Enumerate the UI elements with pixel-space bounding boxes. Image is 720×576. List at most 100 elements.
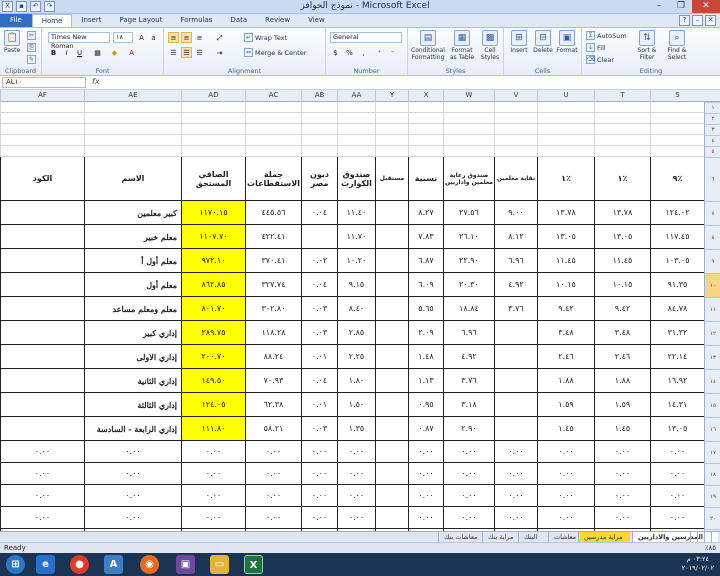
cell-t[interactable] [594,113,650,124]
cell-aa[interactable] [337,135,375,146]
cell-aa[interactable]: ٢.٢٥ [337,345,375,369]
cell-v[interactable]: ٠.٠٠ [494,441,537,463]
cell-ab[interactable] [301,113,337,124]
workbook-close-icon[interactable]: ✕ [705,15,716,26]
cell-y[interactable] [375,249,408,273]
sort-filter-button[interactable]: ⇅ Sort & Filter [634,30,660,61]
cell-s[interactable]: ٩١.٣٥ [650,273,704,297]
cell-x[interactable]: ١.١٣ [408,369,443,393]
cell-ac[interactable]: ٨٨.٢٤ [245,345,301,369]
font-color-icon[interactable]: A [126,47,137,58]
delete-cells-button[interactable]: ⊟ Delete [532,30,554,54]
cell-x[interactable]: ٥.٦٥ [408,297,443,321]
cell-af[interactable] [0,201,84,225]
paste-button[interactable]: 📋 Paste [4,30,20,54]
header-cell-y[interactable]: مستقبل [375,157,408,201]
cell-x[interactable] [408,135,443,146]
header-cell-t[interactable]: ١٪ [594,157,650,201]
cell-ac[interactable] [245,124,301,135]
cell-u[interactable] [537,135,594,146]
cell-ad[interactable]: ٢٠٠.٧٠ [181,345,245,369]
cell-s[interactable]: ١٦.٩٢ [650,369,704,393]
cell-af[interactable] [0,393,84,417]
cell-u[interactable]: ١٣.٠٥ [537,225,594,249]
cell-s[interactable] [650,135,704,146]
cell-aa[interactable]: ١.٥٠ [337,393,375,417]
wrap-text-button[interactable]: ↵ Wrap Text [244,33,287,42]
cell-s[interactable]: ٨٤.٧٨ [650,297,704,321]
currency-icon[interactable]: $ [330,47,341,58]
cell-ae[interactable]: معلم ومعلم مساعد [84,297,181,321]
cell-t[interactable]: ١٣.٧٨ [594,201,650,225]
cell-y[interactable] [375,201,408,225]
header-cell-u[interactable]: ١٪ [537,157,594,201]
cut-icon[interactable]: ✂ [27,31,36,40]
align-bottom-icon[interactable]: ≡ [194,32,205,43]
cell-t[interactable]: ٢.٤٦ [594,345,650,369]
cell-ae[interactable]: إداري الثانية [84,369,181,393]
bold-icon[interactable]: B [48,47,59,58]
decrease-decimal-icon[interactable]: ⁻ [387,47,398,58]
chrome-icon[interactable]: ● [70,555,89,574]
cell-u[interactable] [537,102,594,113]
cell-v[interactable]: ٣.٧٦ [494,297,537,321]
cell-t[interactable] [594,146,650,157]
row-header[interactable]: ١٤ [705,369,720,393]
cell-s[interactable] [650,124,704,135]
cell-ab[interactable]: ٠.٠٠ [301,463,337,485]
cell-u[interactable]: ٠.٠٠ [537,485,594,507]
cell-ab[interactable] [301,225,337,249]
cell-aa[interactable]: ١.٨٠ [337,369,375,393]
cell-af[interactable] [0,146,84,157]
cell-y[interactable] [375,297,408,321]
cell-t[interactable]: ١.٨٨ [594,369,650,393]
cell-styles-button[interactable]: ▩ Cell Styles [478,30,502,61]
cell-u[interactable]: ١.٥٩ [537,393,594,417]
find-select-button[interactable]: ⌕ Find & Select [664,30,690,61]
undo-icon[interactable]: ↶ [30,1,41,12]
cell-ad[interactable]: ٨٠١.٧٠ [181,297,245,321]
cell-s[interactable] [650,102,704,113]
cell-ad[interactable]: ١٤٩.٥٠ [181,369,245,393]
cell-w[interactable]: ٢٠.٣٠ [443,273,494,297]
cell-aa[interactable]: ٢.٨٥ [337,321,375,345]
cell-af[interactable] [0,135,84,146]
cell-ae[interactable] [84,135,181,146]
column-header-ad[interactable]: AD [181,90,245,102]
cell-s[interactable]: ٠.٠٠ [650,441,704,463]
cell-w[interactable]: ٦.٩٦ [443,321,494,345]
column-header-t[interactable]: T [594,90,650,102]
row-header[interactable]: ١٣ [705,345,720,369]
shrink-font-icon[interactable]: a [148,32,159,43]
cell-x[interactable] [408,146,443,157]
cell-w[interactable]: ٠.٠٠ [443,485,494,507]
tab-data[interactable]: Data [221,14,256,27]
row-header[interactable]: ١٧ [705,441,720,463]
cell-w[interactable]: ٠.٠٠ [443,507,494,529]
cell-ad[interactable] [181,124,245,135]
cell-s[interactable]: ١٠٣.٠٥ [650,249,704,273]
cell-v[interactable]: ٠.٠٠ [494,507,537,529]
column-header-af[interactable]: AF [0,90,84,102]
cell-ae[interactable]: معلم أول [84,273,181,297]
cell-w[interactable]: ٠.٠٠ [443,463,494,485]
cell-u[interactable] [537,146,594,157]
cell-ac[interactable]: ٣٠٢.٨٠ [245,297,301,321]
row-header[interactable]: ٩ [705,249,720,273]
cell-w[interactable]: ٢٧.٥٦ [443,201,494,225]
cell-s[interactable]: ٢٢.١٤ [650,345,704,369]
cell-v[interactable]: ٦.٩٦ [494,249,537,273]
cell-ad[interactable]: ٠.٠٠ [181,507,245,529]
media-icon[interactable]: ▣ [176,555,195,574]
cell-ab[interactable]: ٠.٠٣ [301,297,337,321]
cell-aa[interactable]: ٩.١٥ [337,273,375,297]
copy-icon[interactable]: ⎘ [27,43,36,52]
cell-u[interactable]: ١.٤٥ [537,417,594,441]
tab-insert[interactable]: Insert [72,14,110,27]
cell-v[interactable] [494,369,537,393]
column-header-x[interactable]: X [408,90,443,102]
tab-home[interactable]: Home [31,14,73,27]
cell-u[interactable] [537,124,594,135]
cell-af[interactable]: ٠.٠٠ [0,485,84,507]
cell-ae[interactable] [84,124,181,135]
